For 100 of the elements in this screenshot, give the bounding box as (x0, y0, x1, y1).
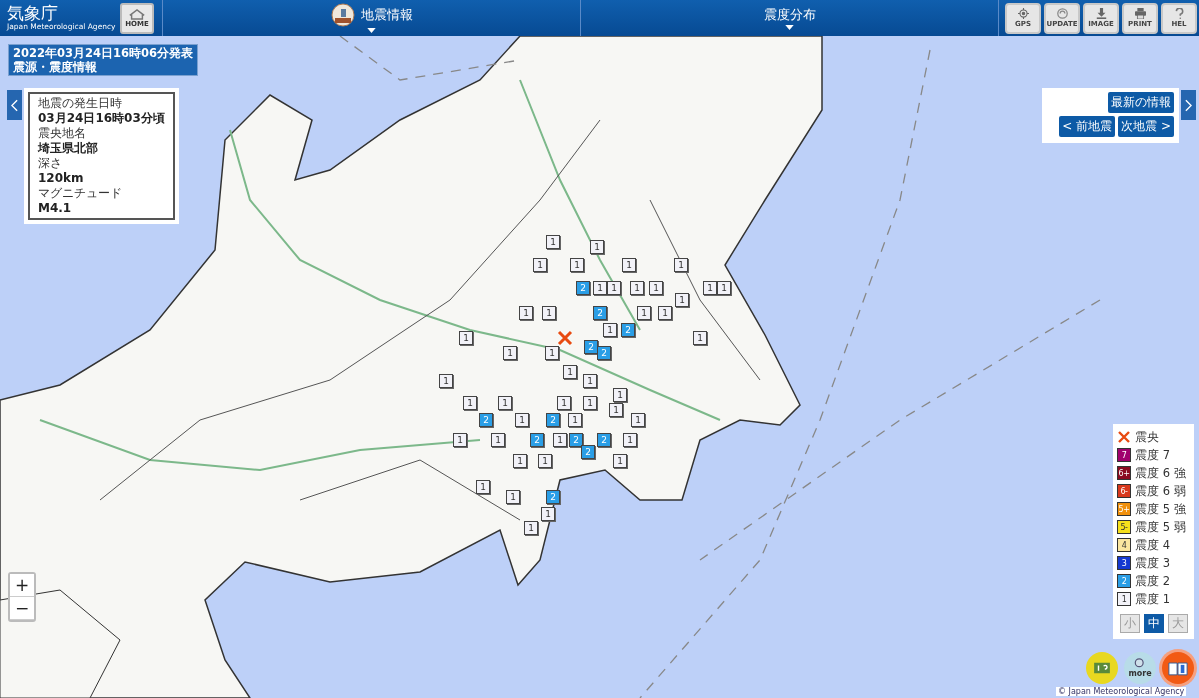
next-button[interactable]: 次地震 > (1118, 116, 1174, 137)
intensity-marker: 2 (621, 323, 635, 337)
size-button[interactable]: 中 (1143, 614, 1164, 633)
intensity-marker: 1 (623, 433, 637, 447)
intensity-swatch: 1 (1117, 592, 1131, 606)
field-value: 埼玉県北部 (38, 140, 99, 156)
announcement-title: 震源・震度情報 (13, 60, 98, 74)
field-label: 深さ (38, 156, 63, 170)
announcement-time: 2022年03月24日16時06分発表 (13, 46, 194, 60)
legend-label: 震度 7 (1135, 447, 1170, 463)
intensity-marker: 2 (597, 433, 611, 447)
intensity-marker: 1 (463, 396, 477, 410)
legend-label: 震度 6 弱 (1135, 483, 1186, 499)
caret-icon (367, 28, 376, 33)
tool-icon (1133, 8, 1147, 19)
intensity-marker: 1 (590, 240, 604, 254)
intensity-marker: 1 (658, 306, 672, 320)
intensity-marker: 1 (439, 374, 453, 388)
collapse-button[interactable] (7, 90, 22, 120)
intensity-marker: 1 (515, 413, 529, 427)
legend-label: 震央 (1135, 429, 1159, 445)
intensity-marker: 1 (622, 258, 636, 272)
legend-label: 震度 5 弱 (1135, 519, 1186, 535)
intensity-marker: 2 (569, 433, 583, 447)
chevron-right-icon (1185, 98, 1192, 112)
logo-title: 気象庁 (7, 5, 58, 23)
intensity-marker: 2 (597, 346, 611, 360)
legend-label: 震度 6 強 (1135, 465, 1186, 481)
intensity-marker: 1 (613, 388, 627, 402)
intensity-marker: 1 (513, 454, 527, 468)
intensity-swatch: 5- (1117, 520, 1131, 534)
intensity-marker: 2 (581, 445, 595, 459)
intensity-marker: 2 (546, 413, 560, 427)
intensity-marker: 1 (519, 306, 533, 320)
intensity-marker: 1 (553, 433, 567, 447)
intensity-marker: 2 (530, 433, 544, 447)
field-value: 120km (38, 170, 85, 186)
tool-icon (1055, 8, 1069, 19)
legend-label: 震度 2 (1135, 573, 1170, 589)
intensity-marker: 1 (545, 346, 559, 360)
intensity-marker: 1 (541, 507, 555, 521)
intensity-marker: 2 (584, 340, 598, 354)
intensity-marker: 1 (613, 454, 627, 468)
intensity-marker: 1 (570, 258, 584, 272)
tool-icon (1016, 8, 1030, 19)
intensity-marker: 1 (703, 281, 717, 295)
intensity-swatch: 6- (1117, 484, 1131, 498)
intensity-marker: 1 (563, 365, 577, 379)
intensity-marker: 1 (630, 281, 644, 295)
intensity-marker: 1 (542, 306, 556, 320)
intensity-marker: 1 (607, 281, 621, 295)
field-label: マグニチュード (38, 186, 123, 200)
expand-button[interactable] (1181, 90, 1196, 120)
intensity-marker: 1 (603, 323, 617, 337)
intensity-marker: 2 (593, 306, 607, 320)
latest-button[interactable]: 最新の情報 (1108, 92, 1174, 113)
legend-label: 震度 4 (1135, 537, 1170, 553)
book-icon (1168, 660, 1188, 676)
intensity-swatch: 6+ (1117, 466, 1131, 480)
intensity-marker: 1 (491, 433, 505, 447)
legend-label: 震度 5 強 (1135, 501, 1186, 517)
home-icon (128, 8, 146, 20)
intensity-swatch: 2 (1117, 574, 1131, 588)
intensity-marker: 1 (583, 396, 597, 410)
intensity-marker: 2 (546, 490, 560, 504)
intensity-swatch: 4 (1117, 538, 1131, 552)
previous-button[interactable]: < 前地震 (1059, 116, 1116, 137)
chevron-left-icon (11, 98, 18, 112)
intensity-marker: 1 (717, 281, 731, 295)
intensity-marker: 1 (609, 403, 623, 417)
field-label: 震央地名 (38, 126, 87, 140)
zoom-in-button[interactable]: + (10, 574, 34, 597)
intensity-marker: 1 (533, 258, 547, 272)
field-value: 03月24日16時03分頃 (38, 110, 165, 126)
intensity-marker: 1 (498, 396, 512, 410)
intensity-marker: 1 (557, 396, 571, 410)
intensity-marker: 1 (593, 281, 607, 295)
intensity-marker: 1 (524, 521, 538, 535)
epicenter-icon (557, 330, 573, 346)
intensity-marker: 2 (479, 413, 493, 427)
caret-icon (785, 25, 794, 30)
intensity-marker: 1 (546, 235, 560, 249)
intensity-marker: 1 (538, 454, 552, 468)
intensity-marker: 1 (675, 293, 689, 307)
intensity-marker: 1 (453, 433, 467, 447)
field-value: M4.1 (38, 200, 73, 216)
tool-icon (1094, 8, 1108, 19)
intensity-marker: 1 (674, 258, 688, 272)
intensity-marker: 1 (637, 306, 651, 320)
intensity-marker: 2 (576, 281, 590, 295)
info-button[interactable] (1162, 652, 1194, 684)
intensity-swatch: 3 (1117, 556, 1131, 570)
intensity-marker: 1 (693, 331, 707, 345)
intensity-marker: 1 (476, 480, 490, 494)
field-label: 地震の発生日時 (38, 96, 123, 110)
intensity-marker: 1 (568, 413, 582, 427)
epicenter-icon (1118, 431, 1130, 443)
intensity-swatch: 7 (1117, 448, 1131, 462)
intensity-marker: 1 (583, 374, 597, 388)
intensity-marker: 1 (649, 281, 663, 295)
